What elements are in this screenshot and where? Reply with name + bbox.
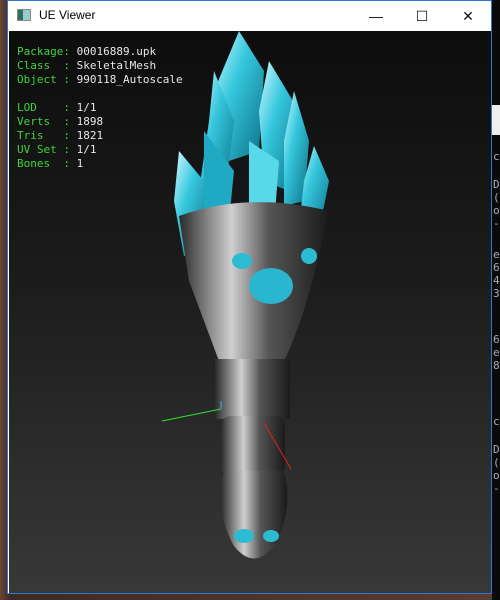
ue-viewer-window: UE Viewer — ☐ ✕ Package: 00016889.upk Cl… (7, 0, 492, 594)
title-bar[interactable]: UE Viewer — ☐ ✕ (8, 1, 491, 31)
3d-viewport[interactable]: Package: 00016889.upk Class : SkeletalMe… (9, 31, 491, 593)
background-window-edge: c D ( o - e 6 4 3 6 e 8 c D ( o - (492, 0, 500, 600)
maximize-button[interactable]: ☐ (399, 1, 445, 31)
mesh-info-overlay: Package: 00016889.upk Class : SkeletalMe… (17, 45, 183, 170)
minimize-button[interactable]: — (353, 1, 399, 31)
app-icon (17, 9, 31, 21)
close-button[interactable]: ✕ (445, 1, 491, 31)
window-title: UE Viewer (39, 8, 96, 22)
metal-handle (179, 202, 329, 559)
